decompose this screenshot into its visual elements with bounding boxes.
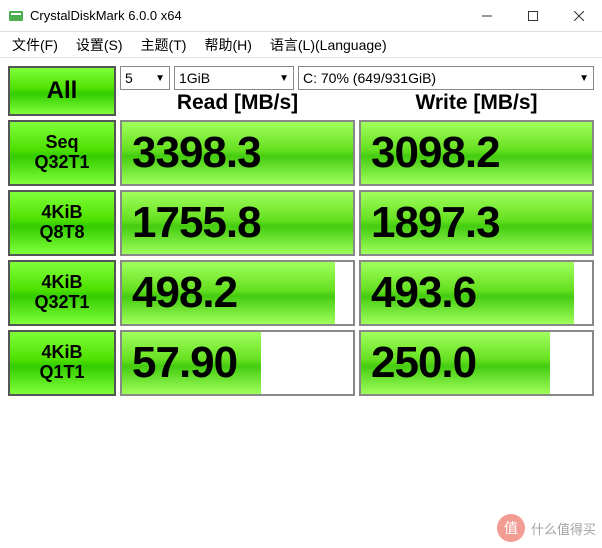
read-result: 57.90 — [120, 330, 355, 396]
test-label: 4KiB — [41, 203, 82, 223]
test-sublabel: Q32T1 — [34, 153, 89, 173]
test-sublabel: Q8T8 — [39, 223, 84, 243]
menu-help[interactable]: 帮助(H) — [200, 33, 255, 57]
count-select[interactable]: 5▼ — [120, 66, 170, 90]
chevron-down-icon: ▼ — [579, 73, 589, 84]
menu-file[interactable]: 文件(F) — [8, 33, 62, 57]
test-button-0[interactable]: Seq Q32T1 — [8, 120, 116, 186]
chevron-down-icon: ▼ — [279, 73, 289, 84]
window-title: CrystalDiskMark 6.0.0 x64 — [30, 8, 464, 23]
menu-settings[interactable]: 设置(S) — [72, 33, 127, 57]
test-button-2[interactable]: 4KiB Q32T1 — [8, 260, 116, 326]
menu-language[interactable]: 语言(L)(Language) — [266, 33, 391, 57]
app-icon — [8, 8, 24, 24]
test-sublabel: Q1T1 — [39, 363, 84, 383]
size-select[interactable]: 1GiB▼ — [174, 66, 294, 90]
read-result: 3398.3 — [120, 120, 355, 186]
close-button[interactable] — [556, 0, 602, 31]
titlebar: CrystalDiskMark 6.0.0 x64 — [0, 0, 602, 32]
read-result: 498.2 — [120, 260, 355, 326]
write-result: 250.0 — [359, 330, 594, 396]
drive-select[interactable]: C: 70% (649/931GiB)▼ — [298, 66, 594, 90]
chevron-down-icon: ▼ — [155, 73, 165, 84]
watermark-text: 什么值得买 — [531, 519, 596, 538]
content: All 5▼ 1GiB▼ C: 70% (649/931GiB)▼ Read [… — [0, 58, 602, 408]
test-row: 4KiB Q8T8 1755.8 1897.3 — [8, 190, 594, 256]
menu-theme[interactable]: 主题(T) — [137, 33, 191, 57]
test-label: 4KiB — [41, 343, 82, 363]
watermark: 值 什么值得买 — [497, 514, 596, 542]
minimize-button[interactable] — [464, 0, 510, 31]
write-header: Write [MB/s] — [359, 90, 594, 116]
test-row: 4KiB Q32T1 498.2 493.6 — [8, 260, 594, 326]
all-button[interactable]: All — [8, 66, 116, 116]
test-row: Seq Q32T1 3398.3 3098.2 — [8, 120, 594, 186]
test-sublabel: Q32T1 — [34, 293, 89, 313]
watermark-icon: 值 — [497, 514, 525, 542]
test-button-1[interactable]: 4KiB Q8T8 — [8, 190, 116, 256]
test-button-3[interactable]: 4KiB Q1T1 — [8, 330, 116, 396]
write-result: 1897.3 — [359, 190, 594, 256]
test-row: 4KiB Q1T1 57.90 250.0 — [8, 330, 594, 396]
maximize-button[interactable] — [510, 0, 556, 31]
write-result: 493.6 — [359, 260, 594, 326]
window-controls — [464, 0, 602, 31]
test-label: Seq — [45, 133, 78, 153]
test-label: 4KiB — [41, 273, 82, 293]
read-result: 1755.8 — [120, 190, 355, 256]
write-result: 3098.2 — [359, 120, 594, 186]
menubar: 文件(F) 设置(S) 主题(T) 帮助(H) 语言(L)(Language) — [0, 32, 602, 58]
read-header: Read [MB/s] — [120, 90, 355, 116]
